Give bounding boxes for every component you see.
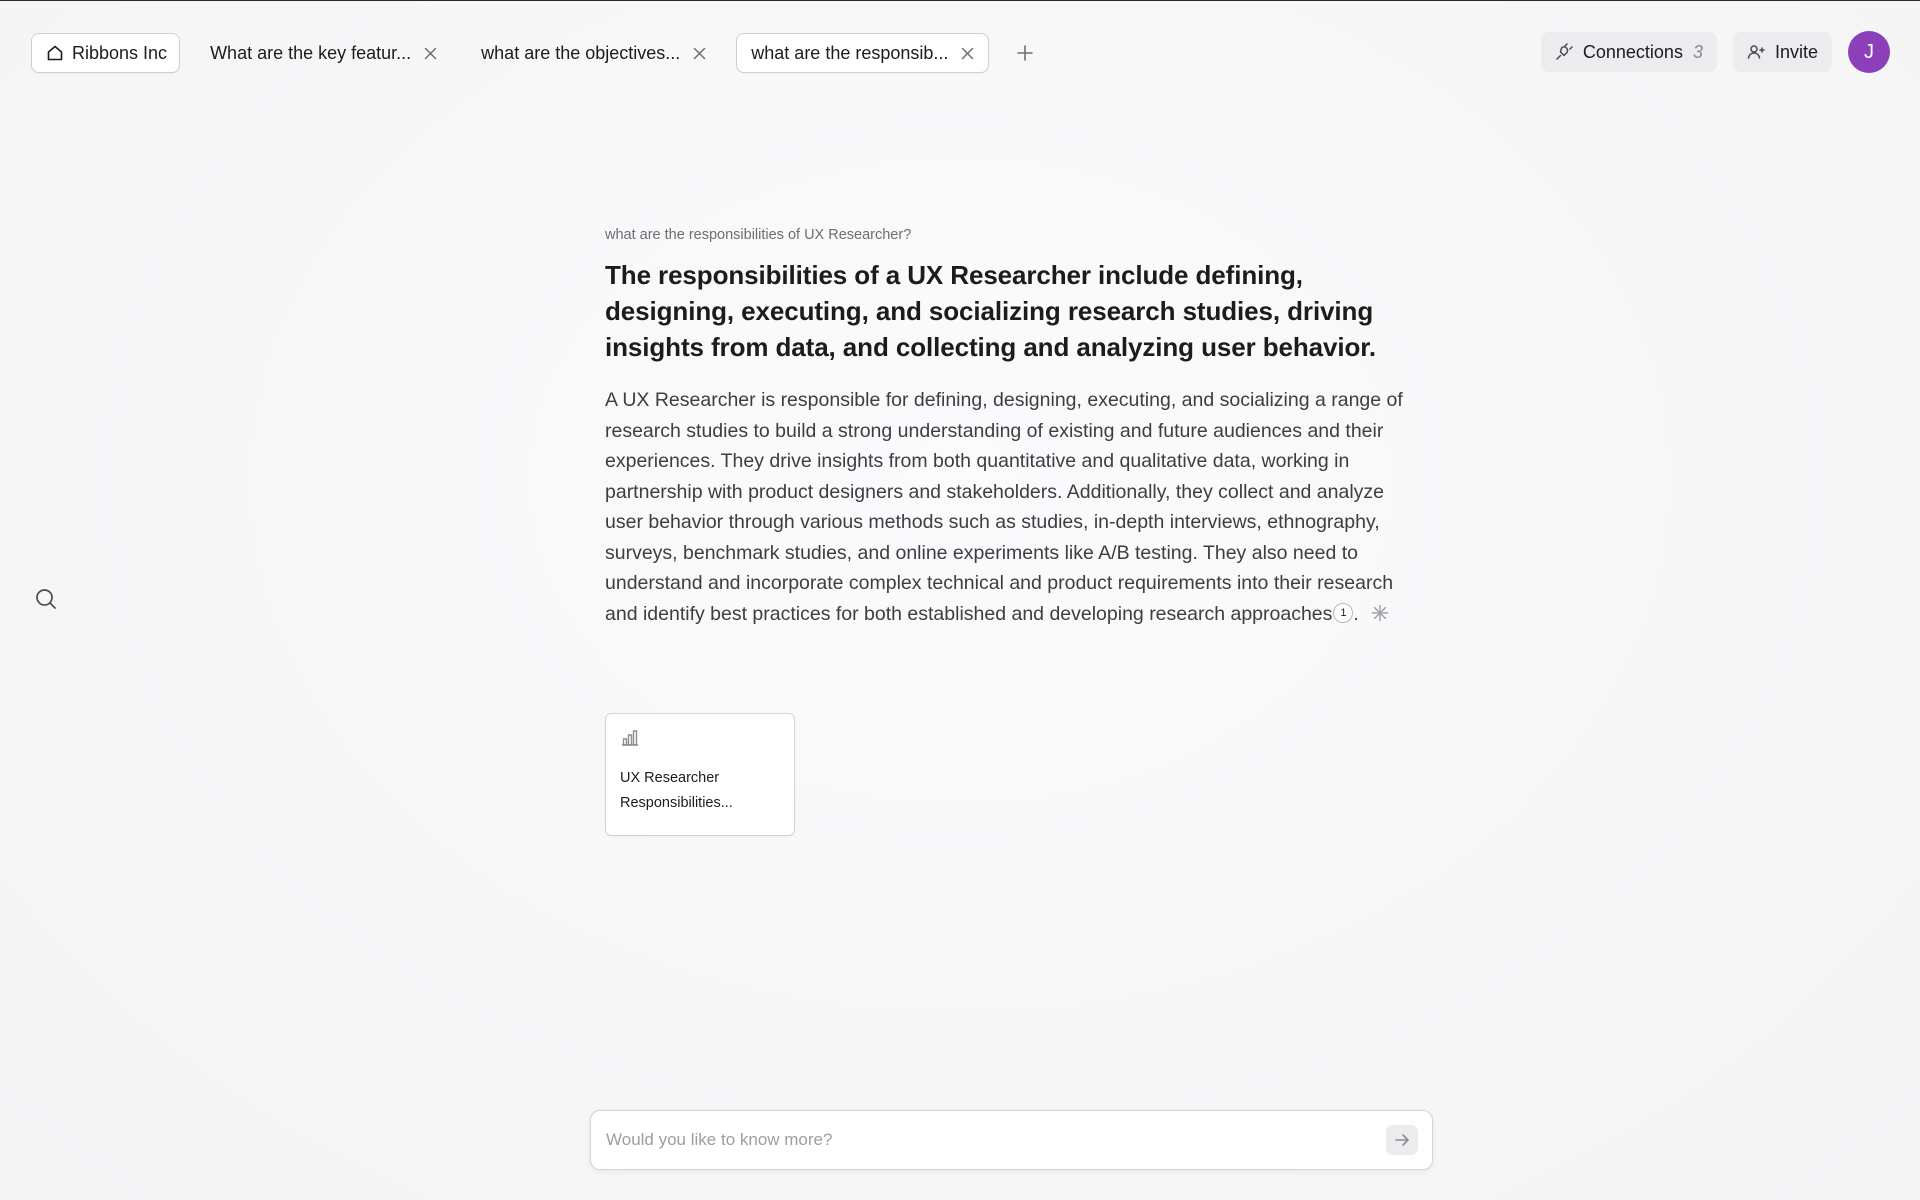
bar-chart-icon	[620, 728, 780, 748]
invite-label: Invite	[1774, 41, 1818, 62]
tab-home-label: Ribbons Inc	[72, 42, 168, 63]
user-plus-icon	[1747, 43, 1765, 61]
answer-body-text: A UX Researcher is responsible for defin…	[605, 389, 1403, 625]
plug-icon	[1555, 43, 1573, 61]
tab-label: What are the key featur...	[210, 42, 412, 63]
connections-count: 3	[1692, 41, 1703, 62]
plus-icon	[1016, 44, 1034, 62]
send-button[interactable]	[1386, 1125, 1418, 1155]
answer-panel: what are the responsibilities of UX Rese…	[605, 227, 1425, 631]
source-card[interactable]: UX Researcher Responsibilities...	[605, 713, 795, 836]
question-text: what are the responsibilities of UX Rese…	[605, 227, 912, 243]
new-tab-button[interactable]	[1007, 35, 1043, 71]
close-icon[interactable]	[960, 46, 974, 60]
sparkle-icon	[1371, 601, 1389, 632]
connections-button[interactable]: Connections 3	[1540, 32, 1717, 72]
tab-label: what are the objectives...	[481, 42, 681, 63]
tab-objectives[interactable]: what are the objectives...	[467, 33, 720, 73]
app-window: Ribbons Inc What are the key featur... w…	[0, 0, 1920, 1200]
tab-bar: Ribbons Inc What are the key featur... w…	[31, 31, 1890, 73]
connections-label: Connections	[1582, 41, 1683, 62]
close-icon[interactable]	[692, 46, 706, 60]
invite-button[interactable]: Invite	[1732, 32, 1832, 72]
answer-headline: The responsibilities of a UX Researcher …	[605, 260, 1376, 362]
tab-home[interactable]: Ribbons Inc	[31, 33, 181, 73]
arrow-right-icon	[1394, 1132, 1410, 1148]
source-card-title: UX Researcher Responsibilities...	[620, 770, 733, 811]
answer-body-end: .	[1353, 602, 1359, 625]
follow-up-input[interactable]	[604, 1129, 1386, 1151]
close-icon[interactable]	[423, 46, 437, 60]
topbar-actions: Connections 3 Invite J	[1525, 31, 1890, 73]
avatar[interactable]: J	[1848, 31, 1890, 73]
ask-box	[590, 1110, 1433, 1170]
avatar-initial: J	[1864, 40, 1874, 63]
answer-body: A UX Researcher is responsible for defin…	[605, 385, 1425, 631]
search-icon[interactable]	[34, 587, 58, 611]
tab-key-features[interactable]: What are the key featur...	[196, 33, 451, 73]
tab-responsibilities[interactable]: what are the responsib...	[736, 33, 990, 73]
home-icon	[46, 44, 64, 62]
tab-label: what are the responsib...	[751, 42, 949, 63]
citation-badge[interactable]: 1	[1333, 602, 1354, 623]
